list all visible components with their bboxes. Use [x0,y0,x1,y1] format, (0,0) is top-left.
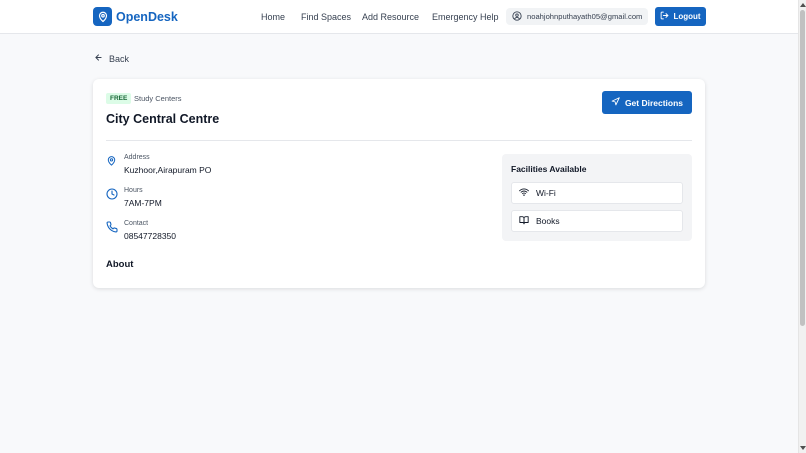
facility-label: Books [536,216,560,226]
space-category: Study Centers [134,94,182,103]
back-label: Back [109,53,130,64]
facility-item-books: Books [511,210,683,232]
back-link[interactable]: Back [94,53,129,64]
vertical-scrollbar[interactable] [798,0,806,453]
top-navigation-bar: OpenDesk Home Find Spaces Add Resource E… [0,0,798,34]
about-heading: About [106,259,134,270]
address-label: Address [124,154,150,161]
logout-button[interactable]: Logout [655,7,706,26]
facility-item-wifi: Wi-Fi [511,182,683,204]
user-circle-icon [512,8,522,26]
address-value: Kuzhoor,Airapuram PO [124,165,212,175]
scroll-thumb[interactable] [800,10,805,326]
space-detail-card: FREE Study Centers City Central Centre G… [93,79,705,288]
facility-label: Wi-Fi [536,188,556,198]
free-badge: FREE [106,93,132,104]
get-directions-button[interactable]: Get Directions [602,91,692,114]
user-chip[interactable]: noahjohnputhayath05@gmail.com [506,8,648,25]
get-directions-label: Get Directions [624,97,684,108]
clock-icon [106,187,118,205]
contact-label: Contact [124,220,149,227]
space-title: City Central Centre [106,112,220,126]
logo-icon[interactable] [93,7,112,26]
facilities-panel: Facilities Available Wi-Fi Books [502,154,692,241]
phone-icon [106,220,118,238]
divider [106,140,692,141]
nav-find-spaces[interactable]: Find Spaces [301,12,351,22]
navigation-arrow-icon [611,97,620,108]
hours-label: Hours [124,187,143,194]
nav-emergency-help[interactable]: Emergency Help [432,12,499,22]
wifi-icon [519,187,529,199]
user-email: noahjohnputhayath05@gmail.com [527,12,643,21]
logout-label: Logout [673,12,701,21]
book-icon [519,215,529,227]
brand-name[interactable]: OpenDesk [116,10,178,24]
hours-value: 7AM-7PM [124,198,162,208]
facilities-title: Facilities Available [511,164,587,174]
scroll-up-icon[interactable] [800,3,806,7]
nav-home[interactable]: Home [261,12,285,22]
scroll-down-icon[interactable] [800,446,806,450]
arrow-left-icon [94,53,103,64]
nav-add-resource[interactable]: Add Resource [362,12,419,22]
logout-icon [660,11,669,22]
map-pin-icon [106,154,117,172]
contact-value: 08547728350 [124,231,177,241]
